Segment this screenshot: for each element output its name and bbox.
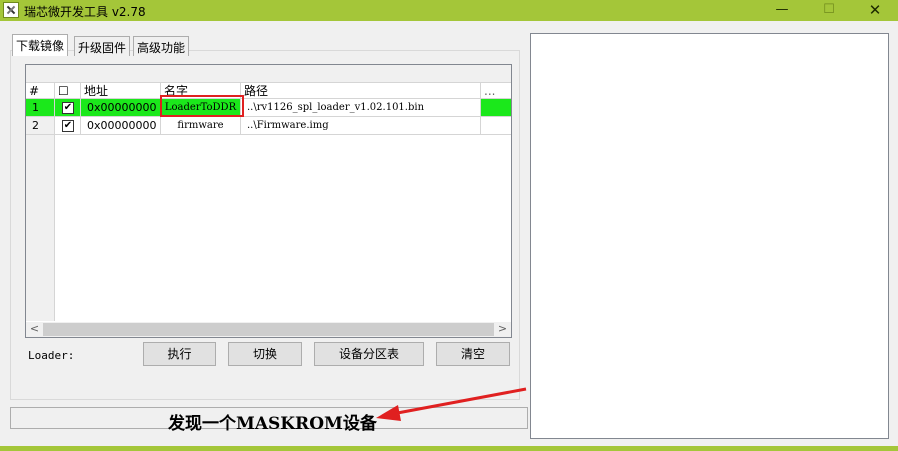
window-bottom-border [0, 446, 898, 451]
log-output-panel[interactable] [530, 33, 889, 439]
tab-download-image[interactable]: 下载镜像 [12, 34, 69, 56]
